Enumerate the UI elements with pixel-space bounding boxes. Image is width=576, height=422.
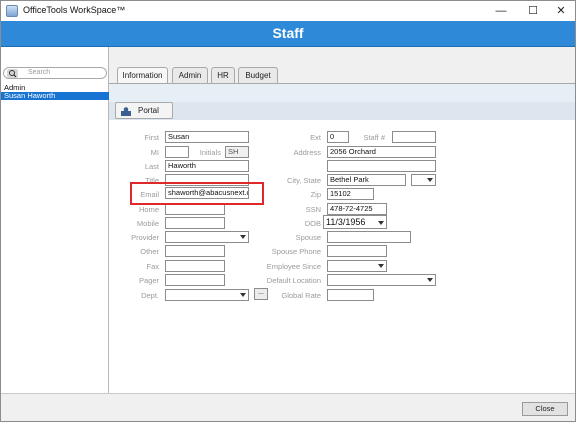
page-header: Staff [1, 21, 575, 47]
employee-since-label: Employee Since [266, 262, 321, 271]
dob-label: DOB [304, 219, 321, 228]
address-line2-field[interactable] [327, 160, 436, 172]
tab-budget[interactable]: Budget [238, 67, 278, 83]
last-label: Last [144, 162, 159, 171]
zip-field[interactable]: 15102 [327, 188, 374, 200]
ssn-field[interactable]: 478-72-4725 [327, 203, 387, 215]
other-phone-field[interactable] [165, 245, 225, 257]
global-rate-label: Global Rate [281, 291, 321, 300]
provider-label: Provider [131, 233, 159, 242]
footer-bar: Close [1, 393, 575, 421]
app-icon [6, 5, 18, 17]
search-placeholder: Search [28, 69, 51, 76]
chevron-down-icon [378, 221, 384, 225]
search-input[interactable]: Search [3, 67, 107, 79]
city-state-label: City, State [286, 176, 321, 185]
minimize-button[interactable]: — [486, 1, 516, 21]
app-window: OfficeTools WorkSpace™ — ☐ ✕ Staff Searc… [0, 0, 576, 422]
dept-label: Dept. [141, 291, 159, 300]
staff-list-pane: Search Admin Susan Haworth [1, 47, 109, 393]
ext-field[interactable]: 0 [327, 131, 349, 143]
title-bar: OfficeTools WorkSpace™ — ☐ ✕ [1, 1, 575, 21]
staff-list: Admin Susan Haworth [1, 84, 109, 100]
mobile-phone-field[interactable] [165, 217, 225, 229]
search-icon [7, 69, 18, 78]
tab-admin[interactable]: Admin [172, 67, 208, 83]
ssn-label: SSN [305, 205, 321, 214]
home-label: Home [138, 205, 159, 214]
other-label: Other [140, 247, 159, 256]
dept-dropdown[interactable] [165, 289, 249, 301]
fax-field[interactable] [165, 260, 225, 272]
chevron-down-icon [427, 278, 433, 282]
default-location-dropdown[interactable] [327, 274, 436, 286]
tab-hr[interactable]: HR [211, 67, 235, 83]
spouse-label: Spouse [295, 233, 321, 242]
spouse-field[interactable] [327, 231, 411, 243]
city-field[interactable]: Bethel Park [327, 174, 406, 186]
first-label: First [144, 133, 159, 142]
portal-icon [121, 107, 131, 116]
chevron-down-icon [240, 235, 246, 239]
fax-label: Fax [146, 262, 159, 271]
employee-since-picker[interactable] [327, 260, 387, 272]
close-window-button[interactable]: ✕ [546, 1, 576, 21]
mi-field[interactable] [165, 146, 189, 158]
email-highlight-box [130, 182, 264, 205]
list-item-selected[interactable]: Susan Haworth [1, 92, 109, 100]
close-button[interactable]: Close [522, 402, 568, 416]
initials-field[interactable]: SH [225, 146, 249, 158]
page-title: Staff [272, 25, 304, 41]
address-field[interactable]: 2056 Orchard [327, 146, 436, 158]
portal-tab[interactable]: Portal [115, 102, 173, 119]
chevron-down-icon [427, 178, 433, 182]
sub-toolbar: Portal [109, 102, 575, 120]
window-title: OfficeTools WorkSpace™ [23, 5, 126, 15]
address-label: Address [293, 148, 321, 157]
ext-label: Ext [310, 133, 321, 142]
default-location-label: Default Location [266, 276, 321, 285]
dob-value: 11/3/1956 [326, 217, 366, 227]
staff-number-label: Staff # [363, 133, 385, 142]
pager-field[interactable] [165, 274, 225, 286]
tab-information[interactable]: Information [117, 67, 168, 84]
staff-number-field[interactable] [392, 131, 436, 143]
spouse-phone-field[interactable] [327, 245, 387, 257]
dob-date-picker[interactable]: 11/3/1956 [323, 215, 387, 229]
provider-dropdown[interactable] [165, 231, 249, 243]
state-dropdown[interactable] [411, 174, 436, 186]
pager-label: Pager [138, 276, 159, 285]
portal-label: Portal [138, 106, 159, 115]
first-name-field[interactable]: Susan [165, 131, 249, 143]
last-name-field[interactable]: Haworth [165, 160, 249, 172]
global-rate-field[interactable] [327, 289, 374, 301]
chevron-down-icon [240, 293, 246, 297]
mi-label: MI [150, 148, 159, 157]
spouse-phone-label: Spouse Phone [271, 247, 321, 256]
mobile-label: Mobile [136, 219, 159, 228]
zip-label: Zip [310, 190, 321, 199]
chevron-down-icon [378, 264, 384, 268]
maximize-button[interactable]: ☐ [518, 1, 548, 21]
initials-label: Initials [199, 148, 221, 157]
